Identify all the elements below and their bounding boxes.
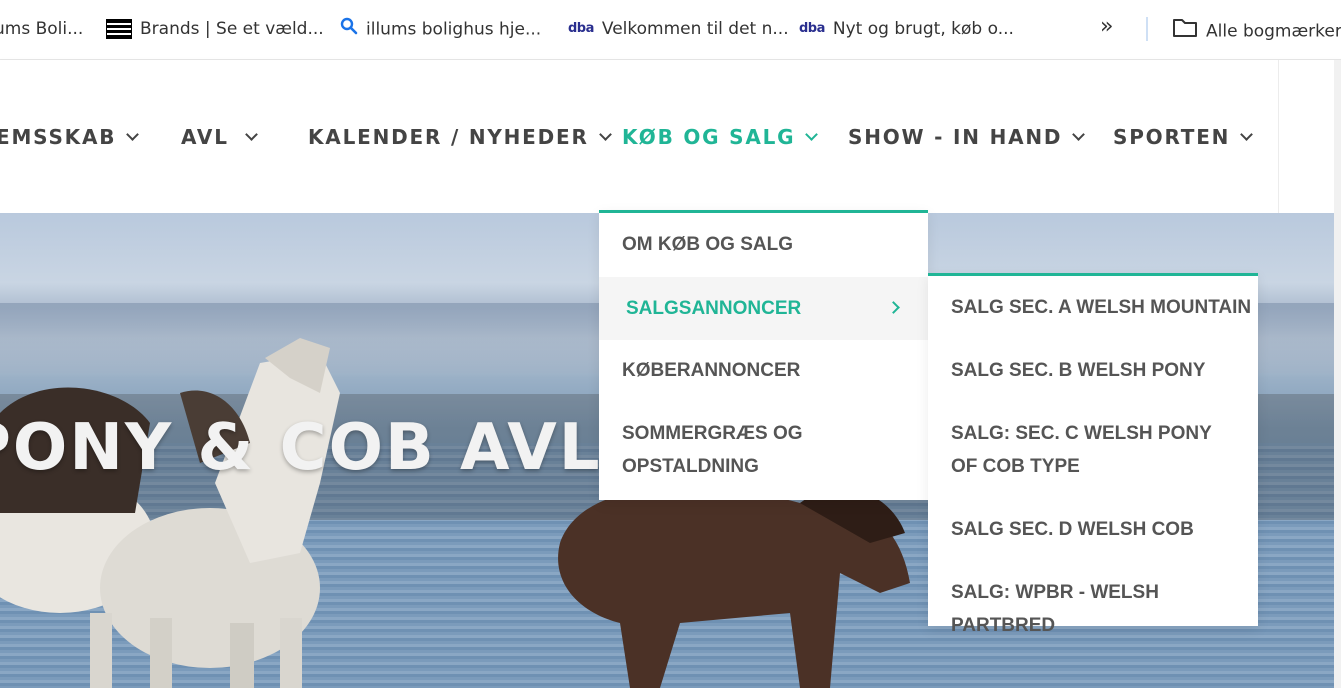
search-icon (340, 17, 358, 42)
bookmark-0[interactable]: ums Boli... (0, 17, 83, 41)
bookmarks-overflow-button[interactable]: » (1100, 14, 1113, 39)
submenu-item-sec-a[interactable]: SALG SEC. A WELSH MOUNTAIN (928, 291, 1258, 324)
bookmark-label: Brands | Se et væld... (140, 19, 324, 39)
submenu-item-sec-d[interactable]: SALG SEC. D WELSH COB (928, 513, 1258, 546)
nav-item-sporten[interactable]: SPORTEN (1113, 124, 1254, 150)
bookmarks-bar: ums Boli... Brands | Se et væld... illum… (0, 0, 1341, 60)
dba-icon: dba (568, 21, 594, 36)
nav-item-medlemsskab[interactable]: EMSSKAB (0, 124, 140, 150)
nav-label: KALENDER / NYHEDER (308, 125, 589, 149)
chevron-down-icon (1072, 128, 1086, 141)
submenu-salgsannoncer: SALG SEC. A WELSH MOUNTAIN SALG SEC. B W… (928, 273, 1258, 636)
bookmarks-separator (1146, 17, 1148, 41)
nav-label: SHOW - IN HAND (848, 125, 1063, 149)
chevron-down-icon (805, 128, 819, 141)
bookmark-2[interactable]: illums bolighus hje... (340, 17, 541, 41)
submenu-item-sec-c[interactable]: SALG: SEC. C WELSH PONY OF COB TYPE (928, 417, 1258, 483)
chevron-right-icon (887, 301, 900, 314)
bookmark-label: ums Boli... (0, 19, 84, 39)
menu-item-label: SALGSANNONCER (626, 298, 802, 319)
menu-item-koeberannoncer[interactable]: KØBERANNONCER (599, 354, 928, 387)
menu-item-sommergraes[interactable]: SOMMERGRÆS OG OPSTALDNING (599, 417, 928, 483)
menu-item-salgsannoncer[interactable]: SALGSANNONCER (599, 277, 928, 340)
bookmark-label: Nyt og brugt, køb o... (832, 19, 1014, 39)
nav-item-avl[interactable]: AVL (181, 124, 258, 150)
chevron-down-icon (244, 128, 258, 141)
nav-item-kalender[interactable]: KALENDER / NYHEDER (308, 124, 612, 150)
scrollbar-track[interactable] (1334, 60, 1341, 688)
bookmark-label: illums bolighus hje... (366, 19, 542, 40)
bookmark-label: Velkommen til det n... (601, 19, 789, 39)
header-divider (1278, 60, 1279, 213)
chevron-down-icon (126, 128, 140, 141)
chevron-down-icon (598, 128, 612, 141)
nav-label: SPORTEN (1113, 125, 1231, 149)
nav-label: KØB OG SALG (622, 125, 796, 149)
all-bookmarks-button[interactable]: Alle bogmærker (1172, 17, 1341, 42)
dba-icon: dba (799, 21, 825, 36)
bookmark-1[interactable]: Brands | Se et væld... (106, 17, 324, 41)
chevron-down-icon (1240, 128, 1254, 141)
dropdown-koeb-og-salg: OM KØB OG SALG SALGSANNONCER KØBERANNONC… (599, 210, 928, 500)
bookmark-3[interactable]: dba Velkommen til det n... (568, 17, 789, 41)
flag-icon (106, 19, 132, 39)
nav-label: AVL (181, 125, 229, 149)
submenu-item-sec-b[interactable]: SALG SEC. B WELSH PONY (928, 354, 1258, 387)
all-bookmarks-label: Alle bogmærker (1206, 21, 1341, 42)
folder-icon (1172, 17, 1198, 46)
nav-label: EMSSKAB (0, 125, 117, 149)
horses-image (0, 338, 340, 688)
site-header: EMSSKAB AVL KALENDER / NYHEDER KØB OG SA… (0, 60, 1341, 213)
nav-item-koeb-og-salg[interactable]: KØB OG SALG (622, 124, 819, 150)
bookmark-4[interactable]: dba Nyt og brugt, køb o... (799, 17, 1014, 41)
nav-item-show-in-hand[interactable]: SHOW - IN HAND (848, 124, 1086, 150)
menu-item-om-koeb-og-salg[interactable]: OM KØB OG SALG (599, 228, 928, 261)
hero-title: PONY & COB AVLER (0, 411, 699, 485)
submenu-item-wpbr[interactable]: SALG: WPBR - WELSH PARTBRED (928, 576, 1258, 642)
